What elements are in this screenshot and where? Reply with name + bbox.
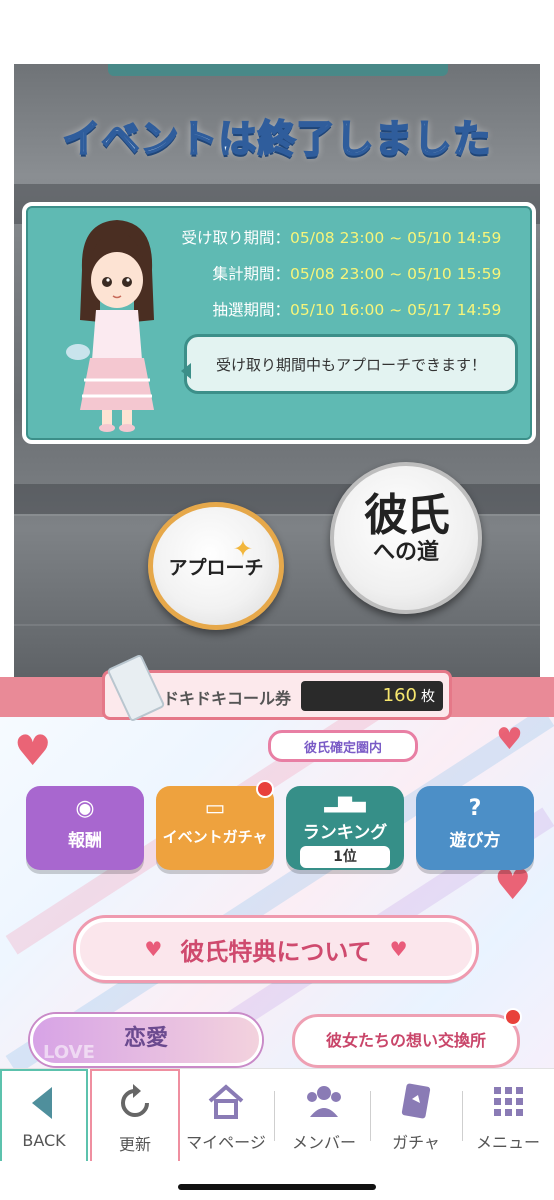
ticket-count: 160 枚 bbox=[301, 681, 443, 711]
tab-mypage-label: マイページ bbox=[186, 1133, 266, 1152]
background-line bbox=[14, 624, 540, 626]
ranking-label: ランキング bbox=[302, 823, 388, 843]
lottery-period-label: 抽選期間： bbox=[212, 301, 290, 319]
members-icon bbox=[307, 1086, 341, 1117]
road-small-label: への道 bbox=[372, 540, 439, 565]
heart-icon: ♥ bbox=[389, 937, 408, 961]
exchange-label: 彼女たちの想い交換所 bbox=[325, 1031, 486, 1050]
call-ticket-counter: ドキドキコール券 160 枚 bbox=[102, 653, 452, 723]
notification-dot bbox=[504, 1008, 522, 1026]
event-gacha-button[interactable]: ▭ イベントガチャ bbox=[156, 786, 274, 870]
ranking-button[interactable]: ▂▆▄ ランキング 1位 bbox=[286, 786, 404, 870]
ticket-unit: 枚 bbox=[421, 689, 435, 705]
medal-icon: ◉ bbox=[75, 796, 95, 821]
tally-period-row: 集計期間：05/08 23:00 ~ 05/10 15:59 bbox=[166, 262, 536, 284]
speech-bubble: 受け取り期間中もアプローチできます！ bbox=[181, 334, 518, 394]
home-icon bbox=[208, 1084, 244, 1119]
love-watermark: LOVE bbox=[43, 1042, 95, 1063]
refresh-icon bbox=[121, 1084, 149, 1117]
tab-refresh-label: 更新 bbox=[118, 1135, 151, 1154]
tab-divider bbox=[370, 1091, 371, 1141]
reward-button[interactable]: ◉ 報酬 bbox=[26, 786, 144, 870]
ticket-count-value: 160 bbox=[382, 685, 417, 706]
tab-mypage[interactable]: マイページ bbox=[182, 1069, 270, 1161]
heart-decoration-icon: ♥ bbox=[496, 722, 523, 757]
podium-icon: ▂▆▄ bbox=[324, 792, 366, 813]
reward-label: 報酬 bbox=[68, 831, 102, 851]
card-icon: ▭ bbox=[204, 796, 226, 821]
ticket-label: ドキドキコール券 bbox=[163, 689, 292, 708]
event-period-strip bbox=[108, 64, 448, 76]
perks-label: 彼氏特典について bbox=[180, 937, 372, 966]
event-scene: イベントは終了しました 受け取り期間：05/08 23:00 ~ 05/10 1… bbox=[14, 64, 540, 684]
home-indicator[interactable] bbox=[178, 1184, 376, 1190]
how-to-play-button[interactable]: ? 遊び方 bbox=[416, 786, 534, 870]
question-icon: ? bbox=[468, 796, 482, 821]
lottery-period-row: 抽選期間：05/10 16:00 ~ 05/17 14:59 bbox=[166, 298, 536, 320]
tally-period-label: 集計期間： bbox=[212, 265, 290, 283]
road-big-label: 彼氏 bbox=[364, 490, 450, 541]
event-info-panel: 受け取り期間：05/08 23:00 ~ 05/10 14:59 集計期間：05… bbox=[22, 202, 536, 444]
rank-value: 1位 bbox=[300, 846, 390, 868]
exchange-shop-button[interactable]: 彼女たちの想い交換所 bbox=[292, 1014, 520, 1068]
tab-members-label: メンバー bbox=[291, 1133, 356, 1152]
event-ended-title: イベントは終了しました bbox=[61, 116, 492, 162]
bottom-tab-bar: BACK 更新 マイページ メンバー ガチャ メニュー bbox=[0, 1068, 554, 1161]
tab-menu-label: メニュー bbox=[475, 1133, 540, 1152]
back-arrow-icon bbox=[32, 1087, 52, 1119]
tab-gacha[interactable]: ガチャ bbox=[372, 1069, 460, 1161]
event-gacha-label: イベントガチャ bbox=[162, 828, 268, 846]
receive-period-row: 受け取り期間：05/08 23:00 ~ 05/10 14:59 bbox=[166, 226, 536, 248]
boyfriend-perks-button[interactable]: ♥ 彼氏特典について ♥ bbox=[76, 918, 476, 980]
receive-period-label: 受け取り期間： bbox=[181, 229, 290, 247]
tab-back[interactable]: BACK bbox=[0, 1069, 88, 1161]
tab-refresh[interactable]: 更新 bbox=[90, 1069, 180, 1161]
how-to-play-label: 遊び方 bbox=[449, 831, 501, 851]
road-to-boyfriend-button[interactable]: 彼氏 への道 bbox=[330, 462, 482, 614]
tab-members[interactable]: メンバー bbox=[278, 1069, 370, 1161]
grid-menu-icon bbox=[494, 1087, 523, 1116]
tally-period-value: 05/08 23:00 ~ 05/10 15:59 bbox=[290, 265, 502, 283]
receive-period-value: 05/08 23:00 ~ 05/10 14:59 bbox=[290, 229, 502, 247]
love-button[interactable]: LOVE 恋愛 bbox=[30, 1014, 262, 1066]
gacha-card-icon bbox=[401, 1083, 431, 1119]
lottery-period-value: 05/10 16:00 ~ 05/17 14:59 bbox=[290, 301, 502, 319]
character-avatar bbox=[66, 220, 154, 432]
tab-back-label: BACK bbox=[22, 1131, 66, 1150]
notification-dot bbox=[256, 780, 274, 798]
tab-menu[interactable]: メニュー bbox=[462, 1069, 554, 1161]
boyfriend-confirmed-badge: 彼氏確定圏内 bbox=[268, 730, 418, 762]
heart-decoration-icon: ♥ bbox=[14, 726, 52, 775]
tab-gacha-label: ガチャ bbox=[392, 1133, 440, 1152]
tab-divider bbox=[274, 1091, 275, 1141]
heart-icon: ♥ bbox=[144, 937, 163, 961]
sparkle-icon: ✦ bbox=[232, 535, 253, 563]
love-label: 恋愛 bbox=[123, 1026, 168, 1051]
approach-button[interactable]: アプローチ ✦ bbox=[148, 502, 284, 630]
